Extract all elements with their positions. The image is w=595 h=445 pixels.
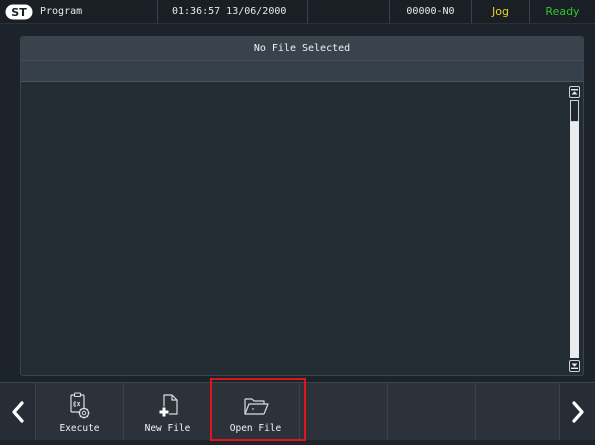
datetime-display: 01:36:57 13/06/2000 [158,0,308,23]
toolbar-slot-empty [300,383,388,440]
execute-button[interactable]: Execute [36,383,124,440]
toolbar-slot-empty [388,383,476,440]
new-file-icon [158,394,178,418]
next-page-button[interactable] [559,383,595,440]
logo-icon: ST [5,4,33,19]
execute-label: Execute [59,423,100,434]
open-file-button[interactable]: Open File [212,383,300,440]
logo: ST [0,0,38,23]
prev-page-button[interactable] [0,383,36,440]
chevron-left-icon [11,400,24,423]
execute-icon [69,392,90,419]
file-info-row [21,60,583,82]
chevron-right-icon [571,400,584,423]
mode-indicator: Jog [472,0,530,23]
bottom-toolbar: Execute New File Open File [0,382,595,440]
new-file-label: New File [144,423,191,434]
new-file-button[interactable]: New File [124,383,212,440]
scroll-thumb[interactable] [570,100,579,122]
open-folder-icon [243,398,269,415]
status-bar: ST Program 01:36:57 13/06/2000 00000-N0 … [0,0,595,24]
open-file-label: Open File [229,423,282,434]
program-editor-panel: No File Selected [20,36,584,376]
logo-text: ST [11,6,27,19]
vertical-scrollbar[interactable] [569,86,580,372]
program-number: 00000-N0 [390,0,472,23]
editor-content[interactable] [21,83,583,375]
status-spacer [308,0,390,23]
scroll-up-button[interactable] [569,86,580,98]
scroll-down-button[interactable] [569,360,580,372]
file-title: No File Selected [21,37,583,60]
page-title: Program [38,0,158,23]
scroll-track[interactable] [570,122,579,358]
scroll-up-icon [571,89,578,95]
scroll-down-icon [571,363,578,369]
machine-status: Ready [545,5,580,18]
